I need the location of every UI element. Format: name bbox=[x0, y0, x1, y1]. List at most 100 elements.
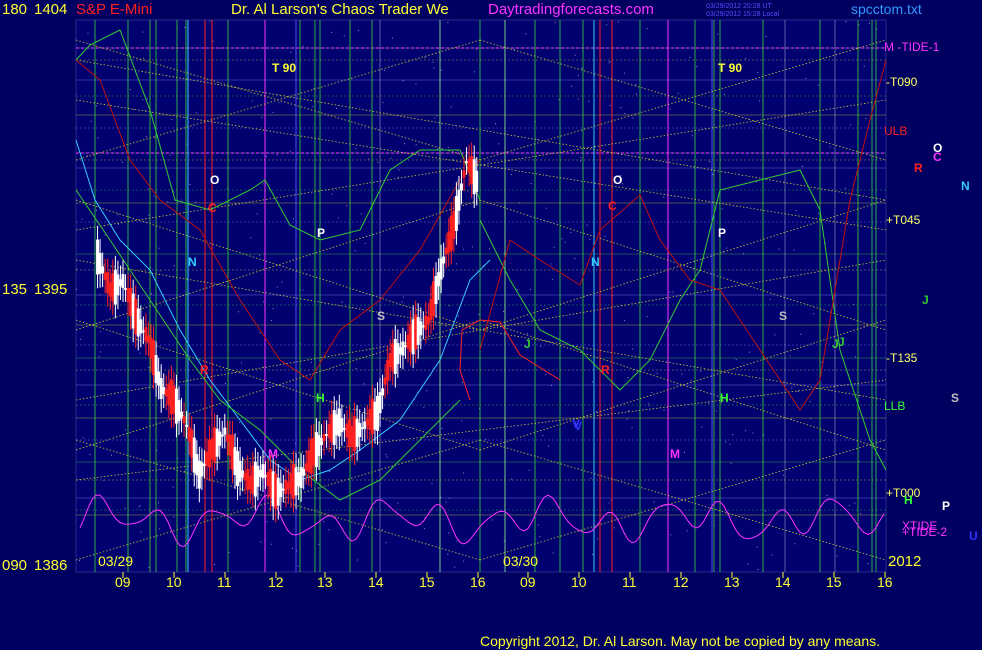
time-tick-label: 11 bbox=[622, 574, 637, 590]
right-level-label: +T045 bbox=[886, 213, 921, 227]
star-dot bbox=[844, 187, 846, 189]
star-dot bbox=[452, 158, 454, 160]
star-dot bbox=[90, 120, 92, 122]
price-bar-body bbox=[220, 434, 224, 437]
star-dot bbox=[448, 305, 450, 307]
star-dot bbox=[456, 181, 458, 183]
star-dot bbox=[564, 241, 566, 243]
symbol-label: S&P E-Mini bbox=[76, 1, 152, 18]
star-dot bbox=[476, 48, 478, 50]
star-dot bbox=[259, 332, 261, 334]
star-dot bbox=[631, 426, 633, 428]
star-dot bbox=[117, 214, 119, 216]
star-dot bbox=[151, 293, 153, 295]
planet-letter-label: S bbox=[779, 309, 787, 323]
star-dot bbox=[426, 390, 428, 392]
star-dot bbox=[845, 21, 847, 23]
star-dot bbox=[312, 106, 314, 108]
star-dot bbox=[447, 22, 449, 24]
star-dot bbox=[355, 147, 357, 149]
star-dot bbox=[355, 368, 357, 370]
star-dot bbox=[139, 505, 141, 507]
star-dot bbox=[551, 278, 553, 280]
star-dot bbox=[757, 71, 759, 73]
side-planet-letter: P bbox=[942, 499, 950, 513]
star-dot bbox=[173, 516, 175, 518]
star-dot bbox=[689, 56, 691, 58]
star-dot bbox=[158, 502, 160, 504]
star-dot bbox=[525, 33, 527, 35]
star-dot bbox=[462, 382, 464, 384]
star-dot bbox=[401, 301, 403, 303]
star-dot bbox=[537, 524, 539, 526]
star-dot bbox=[618, 21, 620, 23]
star-dot bbox=[677, 92, 679, 94]
star-dot bbox=[620, 107, 622, 109]
star-dot bbox=[363, 383, 365, 385]
planet-letter-label: N bbox=[188, 255, 197, 269]
planet-letter-label: M bbox=[268, 447, 278, 461]
star-dot bbox=[153, 195, 155, 197]
star-dot bbox=[691, 135, 693, 137]
star-dot bbox=[626, 418, 628, 420]
star-dot bbox=[346, 205, 348, 207]
star-dot bbox=[821, 361, 823, 363]
price-bar-body bbox=[475, 170, 479, 192]
star-dot bbox=[863, 65, 865, 67]
star-dot bbox=[473, 71, 475, 73]
star-dot bbox=[865, 118, 867, 120]
header-left-value: 180 bbox=[2, 1, 27, 18]
star-dot bbox=[256, 213, 258, 215]
right-level-label: LLB bbox=[884, 399, 905, 413]
star-dot bbox=[87, 32, 89, 34]
star-dot bbox=[181, 199, 183, 201]
star-dot bbox=[478, 313, 480, 315]
time-tick-label: 11 bbox=[217, 574, 232, 590]
plot-area bbox=[75, 19, 887, 573]
star-dot bbox=[158, 528, 160, 530]
star-dot bbox=[450, 106, 452, 108]
star-dot bbox=[302, 289, 304, 291]
time-tick-label: 14 bbox=[368, 574, 384, 590]
star-dot bbox=[341, 301, 343, 303]
star-dot bbox=[545, 207, 547, 209]
star-dot bbox=[732, 434, 734, 436]
star-dot bbox=[867, 562, 869, 564]
star-dot bbox=[860, 513, 862, 515]
star-dot bbox=[250, 237, 252, 239]
star-dot bbox=[510, 174, 512, 176]
star-dot bbox=[317, 543, 319, 545]
price-bar-body bbox=[121, 274, 125, 289]
star-dot bbox=[646, 315, 648, 317]
star-dot bbox=[669, 291, 671, 293]
star-dot bbox=[357, 30, 359, 32]
star-dot bbox=[854, 502, 856, 504]
star-dot bbox=[485, 438, 487, 440]
star-dot bbox=[76, 288, 78, 290]
star-dot bbox=[517, 289, 519, 291]
star-dot bbox=[441, 427, 443, 429]
star-dot bbox=[869, 22, 870, 24]
star-dot bbox=[76, 268, 78, 270]
website-label: Daytradingforecasts.com bbox=[488, 1, 654, 18]
star-dot bbox=[707, 402, 709, 404]
star-dot bbox=[651, 391, 653, 393]
star-dot bbox=[561, 238, 563, 240]
star-dot bbox=[609, 105, 611, 107]
star-dot bbox=[434, 117, 436, 119]
star-dot bbox=[302, 45, 304, 47]
star-dot bbox=[445, 325, 447, 327]
planet-letter-label: P bbox=[317, 226, 325, 240]
star-dot bbox=[448, 532, 450, 534]
star-dot bbox=[364, 242, 366, 244]
star-dot bbox=[774, 334, 776, 336]
star-dot bbox=[597, 538, 599, 540]
side-planet-letter: J bbox=[922, 293, 929, 307]
star-dot bbox=[696, 66, 698, 68]
side-planet-letter: H bbox=[904, 493, 913, 507]
star-dot bbox=[329, 470, 331, 472]
star-dot bbox=[382, 102, 384, 104]
star-dot bbox=[801, 165, 803, 167]
star-dot bbox=[124, 507, 126, 509]
star-dot bbox=[270, 418, 272, 420]
